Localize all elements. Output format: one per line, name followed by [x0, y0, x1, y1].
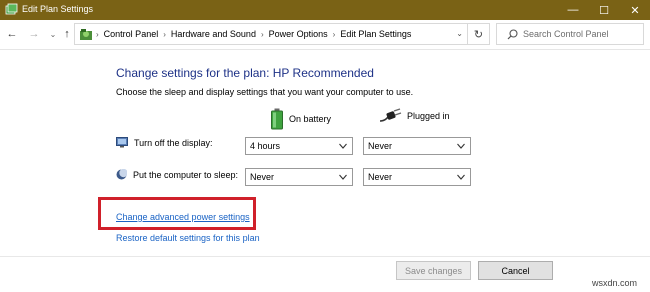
breadcrumb-separator[interactable]: ›: [261, 30, 264, 39]
sleep-on-battery-select[interactable]: Never: [245, 168, 353, 186]
display-setting-row: Turn off the display:: [116, 137, 213, 148]
chevron-down-icon: [457, 143, 465, 149]
breadcrumb: › Control Panel › Hardware and Sound › P…: [96, 29, 411, 39]
sleep-plugged-in-select[interactable]: Never: [363, 168, 471, 186]
plugged-in-label: Plugged in: [407, 111, 450, 121]
turn-off-display-label: Turn off the display:: [134, 137, 213, 148]
footer-divider: [0, 256, 650, 257]
chevron-down-icon: [457, 174, 465, 180]
battery-icon: [271, 108, 283, 130]
search-input[interactable]: [523, 27, 641, 41]
search-box[interactable]: [496, 23, 644, 45]
recent-locations-button[interactable]: ⌄: [46, 27, 60, 41]
up-button[interactable]: ↑: [60, 27, 74, 41]
chevron-down-icon: [339, 174, 347, 180]
display-plugged-in-select[interactable]: Never: [363, 137, 471, 155]
save-changes-button[interactable]: Save changes: [396, 261, 471, 280]
plug-icon: [380, 108, 402, 122]
search-icon: [507, 29, 518, 40]
sleep-setting-row: Put the computer to sleep:: [116, 169, 238, 180]
sleep-moon-icon: [116, 169, 127, 180]
put-computer-to-sleep-label: Put the computer to sleep:: [133, 169, 239, 180]
breadcrumb-separator: ›: [96, 29, 99, 39]
chevron-down-icon: [339, 143, 347, 149]
on-battery-column-header: On battery: [270, 108, 331, 130]
maximize-button[interactable]: ☐: [589, 0, 619, 20]
display-plugged-in-value: Never: [368, 141, 393, 151]
breadcrumb-separator[interactable]: ›: [333, 30, 336, 39]
title-bar: Edit Plan Settings — ☐ ✕: [0, 0, 650, 20]
watermark: wsxdn.com: [592, 278, 638, 288]
display-on-battery-select[interactable]: 4 hours: [245, 137, 353, 155]
breadcrumb-hardware-and-sound[interactable]: Hardware and Sound: [171, 29, 256, 39]
cancel-button[interactable]: Cancel: [478, 261, 553, 280]
display-icon: [116, 137, 128, 148]
breadcrumb-power-options[interactable]: Power Options: [269, 29, 328, 39]
control-panel-icon: [80, 29, 92, 40]
app-icon: [5, 3, 18, 15]
refresh-button[interactable]: ↻: [467, 24, 489, 44]
page-description: Choose the sleep and display settings th…: [116, 87, 414, 97]
restore-default-settings-link[interactable]: Restore default settings for this plan: [116, 233, 260, 243]
breadcrumb-edit-plan-settings[interactable]: Edit Plan Settings: [340, 29, 411, 39]
breadcrumb-separator[interactable]: ›: [163, 30, 166, 39]
on-battery-label: On battery: [289, 114, 332, 124]
plugged-in-column-header: Plugged in: [380, 108, 450, 124]
minimize-button[interactable]: —: [558, 0, 588, 20]
address-row: ← → ⌄ ↑ › Control Panel › Hardware and S…: [0, 20, 650, 50]
page-title: Change settings for the plan: HP Recomme…: [116, 66, 374, 80]
window-title: Edit Plan Settings: [22, 4, 94, 14]
display-on-battery-value: 4 hours: [250, 141, 281, 151]
breadcrumb-control-panel[interactable]: Control Panel: [104, 29, 159, 39]
forward-button[interactable]: →: [27, 27, 41, 41]
sleep-on-battery-value: Never: [250, 172, 275, 182]
back-button[interactable]: ←: [5, 27, 19, 41]
sleep-plugged-in-value: Never: [368, 172, 393, 182]
change-advanced-power-settings-link[interactable]: Change advanced power settings: [116, 212, 250, 222]
address-dropdown-button[interactable]: ⌄: [456, 29, 463, 38]
address-bar[interactable]: › Control Panel › Hardware and Sound › P…: [74, 23, 490, 45]
close-button[interactable]: ✕: [620, 0, 650, 20]
